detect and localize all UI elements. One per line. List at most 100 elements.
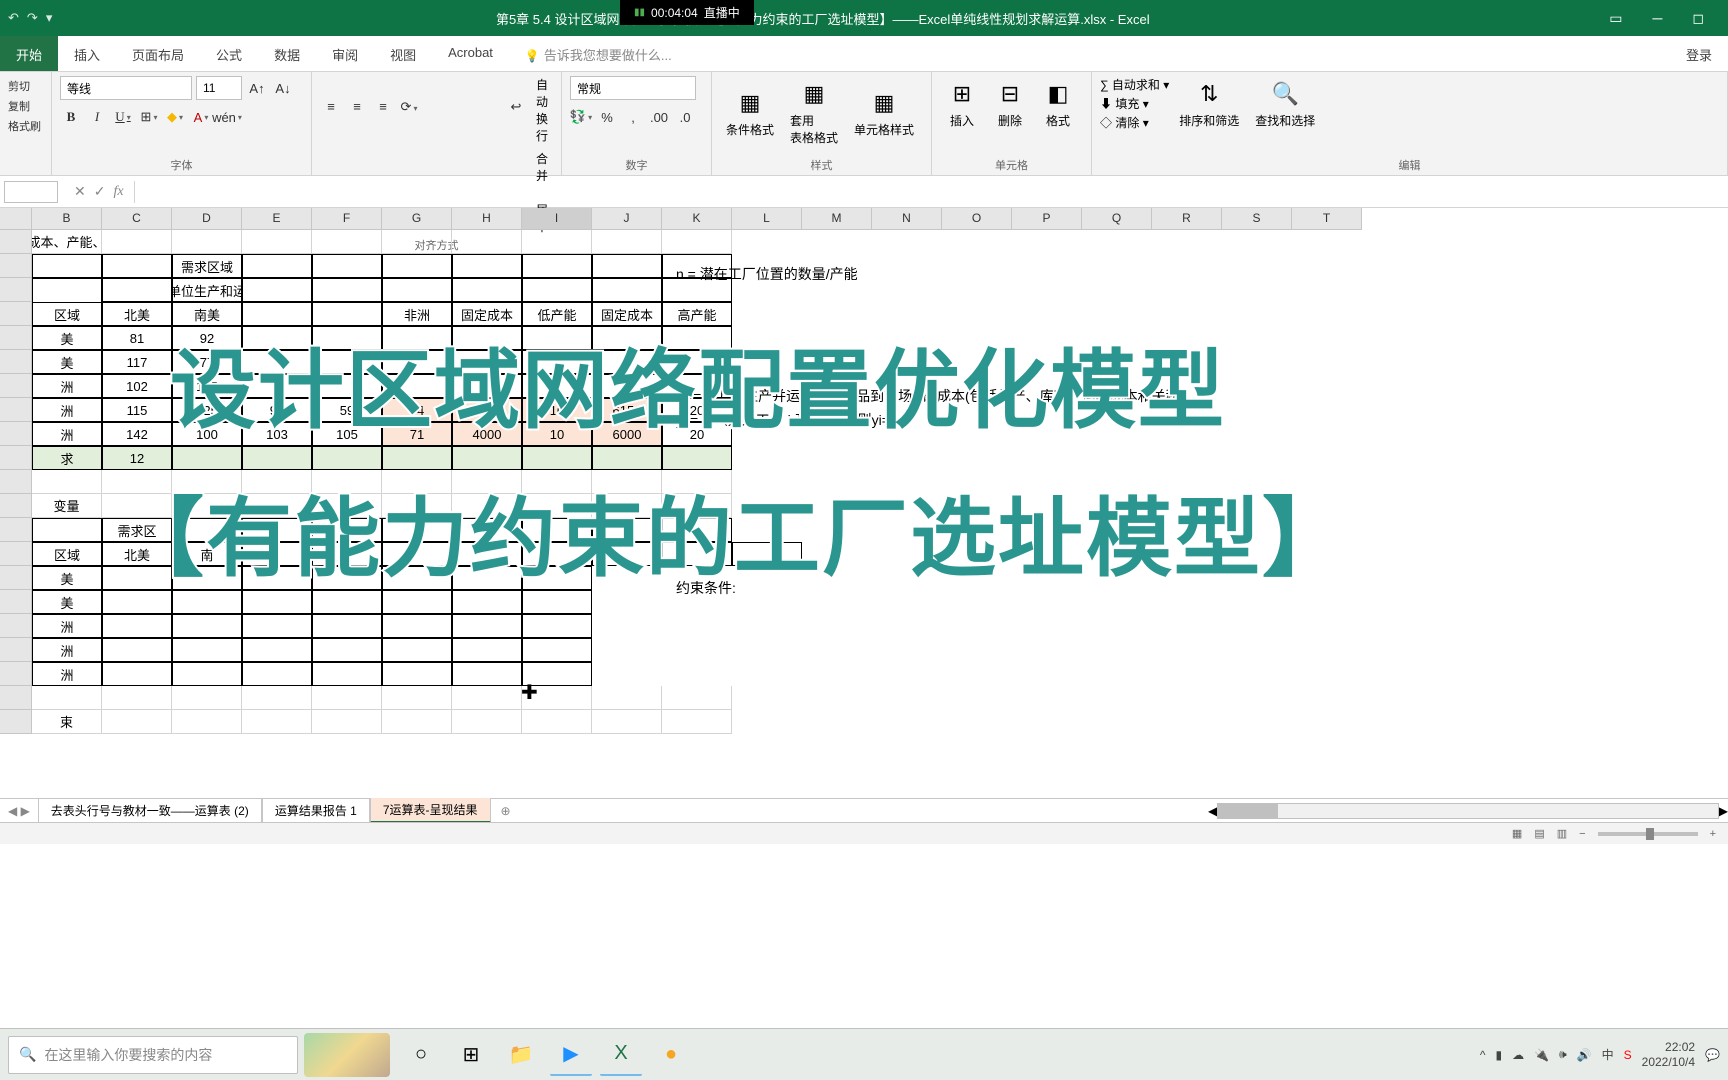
cell[interactable] — [242, 686, 312, 710]
cell[interactable] — [242, 638, 312, 662]
cell[interactable] — [172, 710, 242, 734]
cell[interactable] — [382, 374, 452, 398]
cell[interactable] — [522, 470, 592, 494]
name-box[interactable] — [4, 181, 58, 203]
cell[interactable] — [522, 542, 592, 566]
cell[interactable] — [522, 494, 592, 518]
col-header-R[interactable]: R — [1152, 208, 1222, 229]
cell[interactable] — [172, 686, 242, 710]
cell[interactable] — [452, 542, 522, 566]
cell[interactable] — [312, 230, 382, 254]
cell[interactable] — [452, 518, 522, 542]
cell[interactable] — [172, 662, 242, 686]
cell[interactable]: 12 — [102, 446, 172, 470]
tab-insert[interactable]: 插入 — [58, 36, 116, 71]
cell[interactable] — [522, 278, 592, 302]
cell[interactable] — [592, 254, 662, 278]
number-format-combo[interactable] — [570, 76, 696, 100]
cell[interactable] — [382, 326, 452, 350]
cell[interactable] — [662, 494, 732, 518]
redo-icon[interactable]: ↷ — [27, 10, 38, 26]
tab-review[interactable]: 审阅 — [316, 36, 374, 71]
cell[interactable] — [592, 542, 662, 566]
sheet-tab-2[interactable]: 运算结果报告 1 — [262, 799, 370, 823]
cell[interactable] — [242, 470, 312, 494]
cell[interactable]: 10 — [522, 398, 592, 422]
zoom-slider[interactable] — [1598, 832, 1698, 836]
cell[interactable]: 需求区域 — [172, 254, 242, 278]
col-header-D[interactable]: D — [172, 208, 242, 229]
cell[interactable]: 105 — [172, 374, 242, 398]
cell[interactable] — [382, 590, 452, 614]
cell[interactable] — [382, 542, 452, 566]
cell[interactable] — [452, 326, 522, 350]
cell[interactable] — [592, 518, 662, 542]
wrap-text-button[interactable]: ↩ — [505, 99, 527, 121]
minimize-icon[interactable]: ─ — [1652, 10, 1662, 27]
cell[interactable] — [172, 566, 242, 590]
cell[interactable] — [382, 566, 452, 590]
cell[interactable] — [452, 614, 522, 638]
cell[interactable]: 77 — [172, 350, 242, 374]
copy-button[interactable]: 复制 — [8, 96, 43, 116]
tab-layout[interactable]: 页面布局 — [116, 36, 200, 71]
cell[interactable]: 10 — [522, 422, 592, 446]
cell[interactable]: 南 — [172, 542, 242, 566]
cell[interactable] — [242, 710, 312, 734]
cell[interactable]: 洲 — [32, 422, 102, 446]
accounting-format-icon[interactable]: 💱 — [570, 106, 592, 128]
cell[interactable] — [172, 230, 242, 254]
cell[interactable] — [312, 494, 382, 518]
format-cells-button[interactable]: ◧格式 — [1036, 76, 1080, 131]
cell[interactable] — [172, 638, 242, 662]
cell[interactable] — [452, 374, 522, 398]
autosum-button[interactable]: ∑ 自动求和 ▾ — [1100, 76, 1169, 93]
cell[interactable] — [102, 470, 172, 494]
zoom-in-icon[interactable]: + — [1710, 828, 1716, 840]
cell[interactable] — [312, 326, 382, 350]
new-sheet-button[interactable]: ⊕ — [491, 804, 521, 818]
cell[interactable] — [102, 590, 172, 614]
tab-home[interactable]: 开始 — [0, 36, 58, 71]
col-header-L[interactable]: L — [732, 208, 802, 229]
font-size-combo[interactable] — [196, 76, 242, 100]
cell[interactable] — [312, 638, 382, 662]
cell[interactable] — [662, 542, 732, 566]
cell[interactable]: 117 — [102, 350, 172, 374]
col-header-B[interactable]: B — [32, 208, 102, 229]
cell[interactable] — [32, 686, 102, 710]
col-header-G[interactable]: G — [382, 208, 452, 229]
comma-format-icon[interactable]: , — [622, 106, 644, 128]
horizontal-scrollbar[interactable]: ◀▶ — [1208, 802, 1728, 820]
cell[interactable] — [662, 686, 732, 710]
cell[interactable] — [172, 446, 242, 470]
cell[interactable] — [662, 470, 732, 494]
excel-app-icon[interactable]: X — [600, 1034, 642, 1076]
cell[interactable] — [592, 686, 662, 710]
cell[interactable]: 求 — [32, 446, 102, 470]
cell[interactable] — [522, 710, 592, 734]
cell[interactable] — [452, 350, 522, 374]
cell[interactable]: 115 — [102, 398, 172, 422]
cell[interactable]: 4000 — [452, 422, 522, 446]
notifications-icon[interactable]: 💬 — [1705, 1048, 1720, 1062]
cell[interactable] — [382, 254, 452, 278]
cell[interactable]: 洲 — [32, 662, 102, 686]
cell[interactable] — [522, 230, 592, 254]
tray-app-icon[interactable]: ▮ — [1496, 1048, 1503, 1062]
taskbar-widget-image[interactable] — [304, 1033, 390, 1077]
cell[interactable] — [312, 686, 382, 710]
cell[interactable]: 束 — [32, 710, 102, 734]
cell[interactable] — [32, 254, 102, 278]
cell[interactable]: 美 — [32, 566, 102, 590]
tab-data[interactable]: 数据 — [258, 36, 316, 71]
cell[interactable] — [172, 494, 242, 518]
col-header-F[interactable]: F — [312, 208, 382, 229]
cell[interactable] — [102, 662, 172, 686]
cell[interactable] — [312, 614, 382, 638]
enter-formula-icon[interactable]: ✓ — [94, 183, 106, 200]
cell[interactable] — [102, 686, 172, 710]
cell[interactable] — [312, 254, 382, 278]
qat-more-icon[interactable]: ▾ — [46, 10, 53, 26]
cell[interactable]: 洲 — [32, 638, 102, 662]
